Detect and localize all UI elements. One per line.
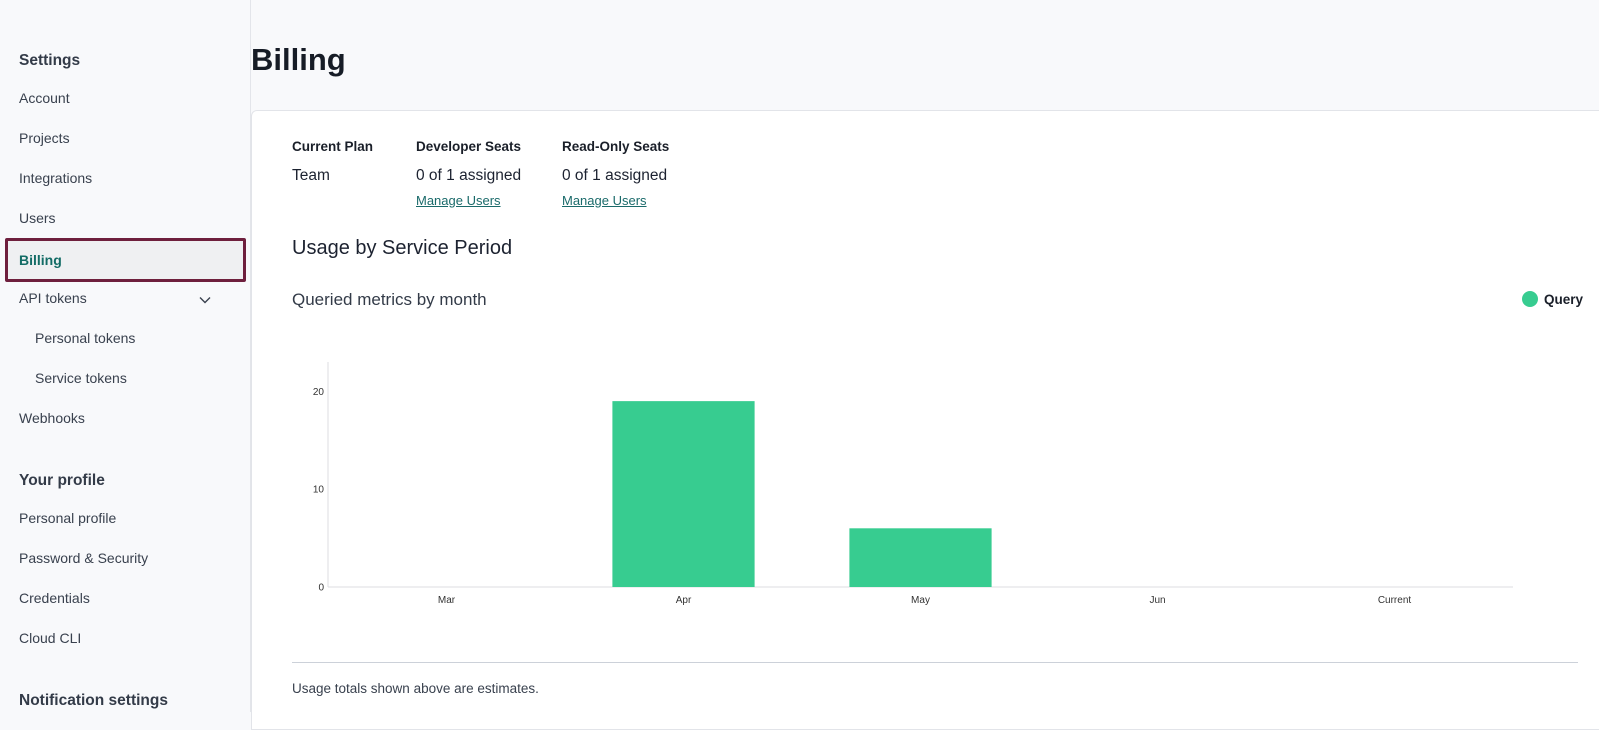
x-tick-label: Mar [438, 595, 456, 606]
page-title: Billing [251, 42, 346, 77]
legend-swatch-icon [1522, 291, 1538, 307]
sidebar-item-cloud-cli[interactable]: Cloud CLI [19, 630, 81, 646]
sidebar-item-billing[interactable]: Billing [5, 238, 246, 282]
legend-label: Query [1544, 291, 1584, 307]
sidebar-item-service-tokens[interactable]: Service tokens [35, 370, 127, 386]
notification-section-title: Notification settings [19, 692, 168, 709]
chevron-down-icon[interactable] [198, 293, 212, 307]
x-tick-label: Current [1378, 595, 1412, 606]
sidebar-item-personal-tokens[interactable]: Personal tokens [35, 330, 135, 346]
sidebar-item-users[interactable]: Users [19, 210, 56, 226]
y-tick-label: 0 [318, 583, 324, 594]
readonly-seats-value: 0 of 1 assigned [562, 167, 668, 184]
sidebar-item-integrations[interactable]: Integrations [19, 170, 92, 186]
estimate-footnote: Usage totals shown above are estimates. [292, 681, 539, 696]
sidebar-item-billing-label: Billing [19, 252, 62, 268]
bar-chart: 0 10 20 Mar Apr May Jun Current [313, 362, 1513, 606]
developer-seats-label: Developer Seats [416, 139, 522, 154]
chart-legend: Query [1522, 291, 1583, 307]
divider [292, 662, 1578, 663]
current-plan-label: Current Plan [292, 139, 374, 154]
y-tick-label: 10 [313, 485, 325, 496]
x-tick-label: Jun [1149, 595, 1165, 606]
current-plan-value: Team [292, 167, 330, 184]
sidebar-item-projects[interactable]: Projects [19, 130, 70, 146]
sidebar-item-account[interactable]: Account [19, 90, 70, 106]
sidebar-item-webhooks[interactable]: Webhooks [19, 410, 85, 426]
y-tick-label: 20 [313, 387, 325, 398]
developer-seats-value: 0 of 1 assigned [416, 167, 522, 184]
sidebar-item-credentials[interactable]: Credentials [19, 590, 90, 606]
chart-title: Queried metrics by month [292, 290, 487, 309]
sidebar-item-api-tokens[interactable]: API tokens [19, 290, 87, 306]
x-tick-label: May [911, 595, 930, 606]
x-tick-label: Apr [676, 595, 692, 606]
developer-manage-users-link[interactable]: Manage Users [416, 193, 501, 208]
settings-section-title: Settings [19, 52, 81, 69]
sidebar-item-password-security[interactable]: Password & Security [19, 550, 148, 566]
readonly-seats-label: Read-Only Seats [562, 139, 670, 154]
usage-section-title: Usage by Service Period [292, 237, 513, 259]
readonly-manage-users-link[interactable]: Manage Users [562, 193, 647, 208]
profile-section-title: Your profile [19, 472, 105, 489]
bar-may [849, 528, 992, 587]
sidebar-item-personal-profile[interactable]: Personal profile [19, 510, 116, 526]
bar-apr [612, 401, 755, 587]
settings-sidebar: Settings Account Projects Integrations U… [0, 0, 251, 712]
